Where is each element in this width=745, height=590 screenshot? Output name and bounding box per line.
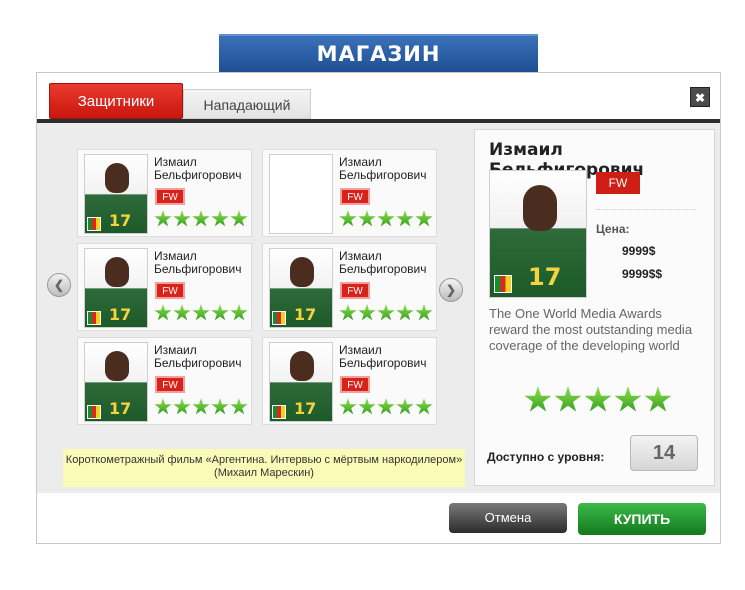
- star-icon: [211, 210, 229, 227]
- player-photo: 17: [84, 154, 148, 234]
- prev-arrow-icon[interactable]: ❮: [47, 273, 71, 297]
- flag-icon: [272, 311, 286, 325]
- star-icon: [339, 304, 357, 321]
- player-description: The One World Media Awards reward the mo…: [489, 306, 693, 353]
- info-note: Короткометражный фильм «Аргентина. Интер…: [63, 449, 465, 487]
- star-icon: [396, 304, 414, 321]
- star-icon: [377, 398, 395, 415]
- level-label: Доступно с уровня:: [487, 450, 605, 464]
- shop-window: Защитники Нападающий ✖ ❮ ❯ 17 Измаил Бел…: [36, 72, 721, 544]
- level-value: 14: [630, 435, 698, 471]
- player-card[interactable]: 17 Измаил Бельфигорович FW: [77, 149, 252, 237]
- star-icon: [230, 398, 248, 415]
- star-icon: [644, 386, 672, 412]
- position-badge: FW: [340, 376, 370, 393]
- star-icon: [396, 398, 414, 415]
- star-icon: [554, 386, 582, 412]
- star-icon: [415, 304, 433, 321]
- player-card[interactable]: 17 Измаил Бельфигорович FW: [262, 243, 437, 331]
- star-icon: [358, 398, 376, 415]
- star-icon: [358, 304, 376, 321]
- star-icon: [192, 210, 210, 227]
- shop-title: МАГАЗИН: [219, 34, 538, 72]
- star-icon: [614, 386, 642, 412]
- star-icon: [339, 210, 357, 227]
- star-icon: [173, 304, 191, 321]
- player-photo: 17: [269, 342, 333, 422]
- player-details-panel: Измаил Бельфигорович 17 FW Цена: 9999$ 9…: [474, 129, 715, 486]
- rating-stars: [154, 398, 249, 418]
- details-position-badge: FW: [596, 172, 640, 194]
- player-grid: 17 Измаил Бельфигорович FW Измаил Бельфи…: [77, 149, 437, 425]
- close-icon[interactable]: ✖: [690, 87, 710, 107]
- flag-icon: [272, 405, 286, 419]
- player-name: Измаил Бельфигорович: [339, 155, 427, 182]
- star-icon: [154, 304, 172, 321]
- rating-stars: [154, 210, 249, 230]
- details-divider: [596, 209, 696, 210]
- star-icon: [339, 398, 357, 415]
- tab-forwards[interactable]: Нападающий: [183, 89, 311, 119]
- position-badge: FW: [155, 376, 185, 393]
- details-player-photo: 17: [489, 170, 587, 298]
- player-name: Измаил Бельфигорович: [339, 249, 427, 276]
- next-arrow-icon[interactable]: ❯: [439, 278, 463, 302]
- flag-icon: [87, 217, 101, 231]
- buy-button[interactable]: КУПИТЬ: [578, 503, 706, 535]
- player-name: Измаил Бельфигорович: [154, 249, 242, 276]
- cancel-button[interactable]: Отмена: [449, 503, 567, 533]
- player-photo: 17: [269, 248, 333, 328]
- star-icon: [192, 304, 210, 321]
- star-icon: [377, 304, 395, 321]
- star-icon: [230, 210, 248, 227]
- flag-icon: [87, 405, 101, 419]
- tab-defenders[interactable]: Защитники: [49, 83, 183, 119]
- player-photo: 17: [84, 248, 148, 328]
- player-photo-empty: [269, 154, 333, 234]
- star-icon: [154, 398, 172, 415]
- rating-stars: [339, 304, 434, 324]
- rating-stars: [339, 398, 434, 418]
- star-icon: [584, 386, 612, 412]
- star-icon: [211, 304, 229, 321]
- player-name: Измаил Бельфигорович: [339, 343, 427, 370]
- player-card[interactable]: Измаил Бельфигорович FW: [262, 149, 437, 237]
- star-icon: [358, 210, 376, 227]
- content-area: ❮ ❯ 17 Измаил Бельфигорович FW Измаил Бе…: [37, 123, 720, 493]
- player-name: Измаил Бельфигорович: [154, 343, 242, 370]
- star-icon: [192, 398, 210, 415]
- star-icon: [230, 304, 248, 321]
- player-card[interactable]: 17 Измаил Бельфигорович FW: [262, 337, 437, 425]
- price-label: Цена:: [596, 222, 630, 236]
- star-icon: [396, 210, 414, 227]
- price-value-alt: 9999$$: [622, 267, 663, 281]
- player-card[interactable]: 17 Измаил Бельфигорович FW: [77, 337, 252, 425]
- flag-icon: [87, 311, 101, 325]
- star-icon: [524, 386, 552, 412]
- price-value: 9999$: [622, 244, 656, 258]
- player-name: Измаил Бельфигорович: [154, 155, 242, 182]
- star-icon: [173, 210, 191, 227]
- details-rating-stars: [524, 386, 674, 419]
- rating-stars: [154, 304, 249, 324]
- star-icon: [173, 398, 191, 415]
- position-badge: FW: [155, 188, 185, 205]
- flag-icon: [494, 275, 512, 293]
- position-badge: FW: [340, 282, 370, 299]
- player-card[interactable]: 17 Измаил Бельфигорович FW: [77, 243, 252, 331]
- star-icon: [377, 210, 395, 227]
- rating-stars: [339, 210, 434, 230]
- star-icon: [415, 210, 433, 227]
- position-badge: FW: [155, 282, 185, 299]
- star-icon: [154, 210, 172, 227]
- star-icon: [211, 398, 229, 415]
- player-photo: 17: [84, 342, 148, 422]
- position-badge: FW: [340, 188, 370, 205]
- star-icon: [415, 398, 433, 415]
